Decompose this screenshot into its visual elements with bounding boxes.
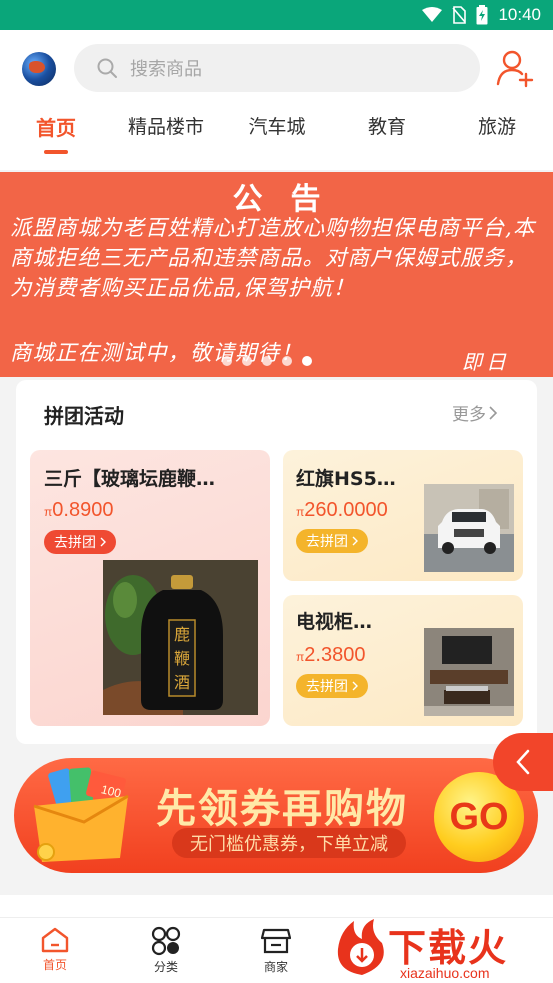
category-tabs: 首页 精品楼市 汽车城 教育 旅游 <box>0 112 553 162</box>
watermark-text: 下载火 <box>388 926 509 970</box>
product-price: π260.0000 <box>296 499 388 521</box>
tab-education[interactable]: 教育 <box>368 112 406 139</box>
coupon-sub-text: 无门槛优惠券，下单立减 <box>172 828 406 858</box>
join-group-button[interactable]: 去拼团 <box>296 529 368 553</box>
status-time: 10:40 <box>498 5 541 24</box>
chevron-right-icon <box>352 536 358 546</box>
notice-title: 公告 <box>232 182 349 217</box>
svg-text:酒: 酒 <box>174 673 190 692</box>
product-price: π0.8900 <box>44 499 114 521</box>
tab-auto-city[interactable]: 汽车城 <box>248 112 305 139</box>
banner-dot[interactable] <box>222 356 232 366</box>
coupon-main-text: 先领券再购物 <box>156 786 408 832</box>
tab-premium-property[interactable]: 精品楼市 <box>128 112 204 139</box>
notice-signature: 即日 <box>462 350 510 374</box>
status-bar: 10:40 <box>0 0 553 30</box>
banner-pagination <box>222 356 312 366</box>
notice-banner[interactable]: 公告 派盟商城为老百姓精心打造放心购物担保电商平台,本商城拒绝三无产品和违禁商品… <box>0 172 553 377</box>
content-continuation <box>0 895 553 917</box>
banner-dot-active[interactable] <box>302 356 312 366</box>
coupon-banner[interactable]: 100 先领券再购物 无门槛优惠券，下单立减 GO <box>14 758 538 873</box>
join-group-button[interactable]: 去拼团 <box>44 530 116 554</box>
home-icon <box>41 927 69 953</box>
store-icon <box>261 928 291 954</box>
product-name: 红旗HS5… <box>296 468 396 490</box>
search-bar[interactable]: 搜索商品 <box>74 44 480 92</box>
svg-text:鹿: 鹿 <box>174 625 190 644</box>
tab-travel[interactable]: 旅游 <box>478 112 516 139</box>
product-card[interactable]: 电视柜… π2.3800 去拼团 <box>283 595 523 726</box>
side-expand-button[interactable] <box>493 733 553 791</box>
watermark: 下载火 xiazaihuo.com <box>330 915 553 983</box>
coupon-gift-icon: 100 <box>33 767 129 862</box>
nav-home[interactable]: 首页 <box>15 926 95 973</box>
product-price: π2.3800 <box>296 644 366 666</box>
banner-dot[interactable] <box>262 356 272 366</box>
group-buy-title: 拼团活动 <box>44 404 124 428</box>
banner-dot[interactable] <box>282 356 292 366</box>
add-user-icon[interactable] <box>496 48 536 88</box>
top-bar: 搜索商品 首页 精品楼市 汽车城 教育 旅游 <box>0 30 553 170</box>
nav-category[interactable]: 分类 <box>126 926 206 975</box>
no-sim-icon <box>452 6 467 24</box>
search-icon <box>97 58 117 78</box>
chevron-left-icon <box>516 749 530 775</box>
chevron-right-icon <box>100 537 106 547</box>
watermark-url: xiazaihuo.com <box>400 965 490 981</box>
notice-body: 派盟商城为老百姓精心打造放心购物担保电商平台,本商城拒绝三无产品和违禁商品。对商… <box>10 216 536 301</box>
chevron-right-icon <box>352 681 358 691</box>
battery-icon <box>476 5 488 25</box>
banner-dot[interactable] <box>242 356 252 366</box>
chevron-right-icon <box>489 405 498 420</box>
more-label: 更多 <box>452 405 486 425</box>
globe-avatar-icon[interactable] <box>22 52 56 86</box>
svg-text:鞭: 鞭 <box>174 649 190 668</box>
product-name: 电视柜… <box>296 611 373 633</box>
more-link[interactable]: 更多 <box>452 400 498 425</box>
product-image-tv-cabinet <box>424 628 514 716</box>
product-image-wine: 鹿 鞭 酒 <box>103 560 258 715</box>
nav-merchant[interactable]: 商家 <box>236 926 316 975</box>
product-image-car <box>424 484 514 572</box>
wifi-icon <box>422 7 443 22</box>
search-placeholder: 搜索商品 <box>130 59 202 80</box>
tab-home[interactable]: 首页 <box>36 112 76 141</box>
product-card[interactable]: 红旗HS5… π260.0000 去拼团 <box>283 450 523 581</box>
flame-logo-icon <box>337 919 384 975</box>
active-tab-indicator <box>44 150 68 154</box>
product-name: 三斤【玻璃坛鹿鞭… <box>44 468 216 490</box>
category-icon <box>151 926 181 956</box>
product-card[interactable]: 三斤【玻璃坛鹿鞭… π0.8900 去拼团 鹿 鞭 酒 <box>30 450 270 726</box>
join-group-button[interactable]: 去拼团 <box>296 674 368 698</box>
